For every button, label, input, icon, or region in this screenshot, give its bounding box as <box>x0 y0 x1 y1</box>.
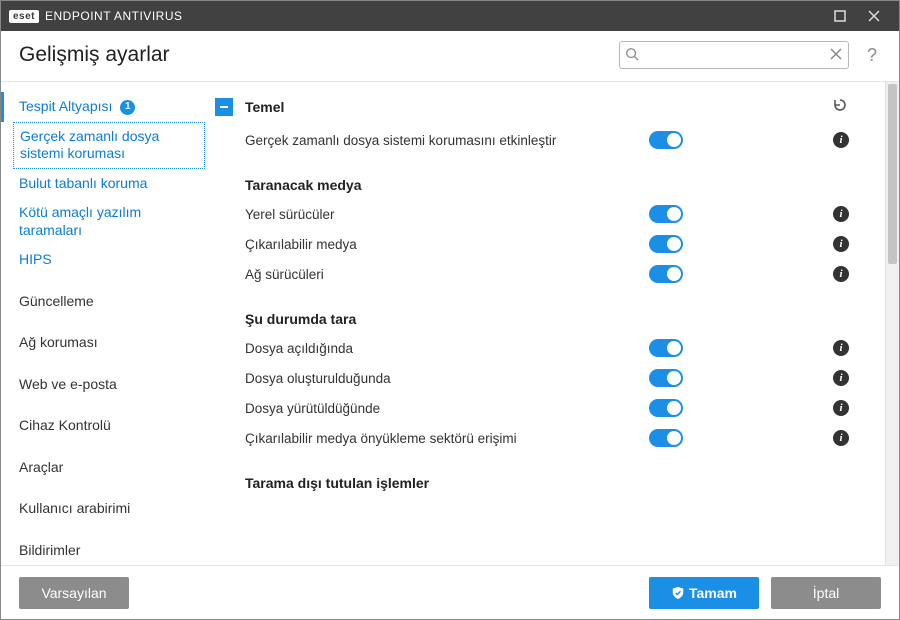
row-label: Çıkarılabilir medya önyükleme sektörü er… <box>245 431 649 446</box>
brand-badge: eset <box>9 10 39 23</box>
undo-icon <box>831 96 849 114</box>
row-removable-media: Çıkarılabilir medya i <box>211 229 859 259</box>
ok-button[interactable]: Tamam <box>649 577 759 609</box>
info-icon[interactable]: i <box>833 340 849 356</box>
sidebar: Tespit Altyapısı 1 Gerçek zamanlı dosya … <box>1 82 211 565</box>
info-icon[interactable]: i <box>833 370 849 386</box>
search-input[interactable] <box>619 41 849 69</box>
sidebar-item-label: Tespit Altyapısı <box>19 98 112 114</box>
row-label: Dosya yürütüldüğünde <box>245 401 649 416</box>
section-title: Temel <box>245 99 831 115</box>
toggle-local-drives[interactable] <box>649 205 683 223</box>
sidebar-item-update[interactable]: Güncelleme <box>1 287 211 317</box>
row-scan-on-open: Dosya açıldığında i <box>211 333 859 363</box>
sidebar-item-label: Bulut tabanlı koruma <box>19 175 147 191</box>
row-label: Dosya açıldığında <box>245 341 649 356</box>
group-title-scan-on: Şu durumda tara <box>211 289 859 333</box>
row-scan-on-exec: Dosya yürütüldüğünde i <box>211 393 859 423</box>
sidebar-item-label: HIPS <box>19 251 52 267</box>
row-label: Dosya oluşturulduğunda <box>245 371 649 386</box>
window-close-button[interactable] <box>857 1 891 31</box>
sidebar-item-tools[interactable]: Araçlar <box>1 453 211 483</box>
scrollbar[interactable] <box>885 82 899 565</box>
revert-button[interactable] <box>831 96 849 117</box>
body: Tespit Altyapısı 1 Gerçek zamanlı dosya … <box>1 82 899 565</box>
row-label: Ağ sürücüleri <box>245 267 649 282</box>
toggle-scan-on-open[interactable] <box>649 339 683 357</box>
product-title: eset ENDPOINT ANTIVIRUS <box>9 9 182 23</box>
sidebar-item-web-email[interactable]: Web ve e-posta <box>1 370 211 400</box>
cancel-button[interactable]: İptal <box>771 577 881 609</box>
page-title: Gelişmiş ayarlar <box>19 43 170 67</box>
toggle-scan-bootsector[interactable] <box>649 429 683 447</box>
content-pane: Temel Gerçek zamanlı dosya sistemi korum… <box>211 82 885 565</box>
row-label: Çıkarılabilir medya <box>245 237 649 252</box>
toggle-removable-media[interactable] <box>649 235 683 253</box>
sidebar-item-label: Ağ koruması <box>19 334 98 350</box>
search-field-wrap <box>619 41 849 69</box>
group-title-excluded-processes: Tarama dışı tutulan işlemler <box>211 453 859 497</box>
clear-search-icon[interactable] <box>829 47 843 61</box>
sidebar-item-device-control[interactable]: Cihaz Kontrolü <box>1 411 211 441</box>
row-scan-bootsector: Çıkarılabilir medya önyükleme sektörü er… <box>211 423 859 453</box>
sidebar-item-label: Kullanıcı arabirimi <box>19 500 130 516</box>
sidebar-item-label: Cihaz Kontrolü <box>19 417 111 433</box>
product-name: ENDPOINT ANTIVIRUS <box>45 9 182 23</box>
info-icon[interactable]: i <box>833 206 849 222</box>
help-button[interactable]: ? <box>863 45 881 66</box>
footer: Varsayılan Tamam İptal <box>1 565 899 619</box>
toggle-enable-realtime[interactable] <box>649 131 683 149</box>
collapse-toggle[interactable] <box>215 98 233 116</box>
sidebar-item-malware-scans[interactable]: Kötü amaçlı yazılım taramaları <box>1 198 211 245</box>
square-icon <box>834 10 846 22</box>
page-header: Gelişmiş ayarlar ? <box>1 31 899 82</box>
sidebar-item-network-protection[interactable]: Ağ koruması <box>1 328 211 358</box>
button-label: Varsayılan <box>41 585 106 601</box>
button-label: İptal <box>813 585 839 601</box>
sidebar-item-realtime-protection[interactable]: Gerçek zamanlı dosya sistemi koruması <box>13 122 205 169</box>
sidebar-item-label: Gerçek zamanlı dosya sistemi koruması <box>20 128 159 162</box>
row-local-drives: Yerel sürücüler i <box>211 199 859 229</box>
sidebar-item-detection-engine[interactable]: Tespit Altyapısı 1 <box>1 92 211 122</box>
sidebar-item-label: Araçlar <box>19 459 63 475</box>
content-wrap: Temel Gerçek zamanlı dosya sistemi korum… <box>211 82 899 565</box>
window-maximize-button[interactable] <box>823 1 857 31</box>
sidebar-badge: 1 <box>120 100 135 115</box>
row-enable-realtime: Gerçek zamanlı dosya sistemi korumasını … <box>211 125 859 155</box>
sidebar-item-label: Web ve e-posta <box>19 376 117 392</box>
section-header-basic: Temel <box>211 92 859 125</box>
close-icon <box>868 10 880 22</box>
app-window: eset ENDPOINT ANTIVIRUS Gelişmiş ayarlar… <box>0 0 900 620</box>
info-icon[interactable]: i <box>833 266 849 282</box>
row-label: Gerçek zamanlı dosya sistemi korumasını … <box>245 133 649 148</box>
sidebar-item-ui[interactable]: Kullanıcı arabirimi <box>1 494 211 524</box>
sidebar-item-hips[interactable]: HIPS <box>1 245 211 275</box>
info-icon[interactable]: i <box>833 430 849 446</box>
toggle-network-drives[interactable] <box>649 265 683 283</box>
row-label: Yerel sürücüler <box>245 207 649 222</box>
row-scan-on-create: Dosya oluşturulduğunda i <box>211 363 859 393</box>
info-icon[interactable]: i <box>833 236 849 252</box>
toggle-scan-on-exec[interactable] <box>649 399 683 417</box>
sidebar-item-notifications[interactable]: Bildirimler <box>1 536 211 566</box>
search-icon <box>625 47 639 61</box>
defaults-button[interactable]: Varsayılan <box>19 577 129 609</box>
button-label: Tamam <box>689 585 737 601</box>
scrollbar-thumb[interactable] <box>888 84 897 264</box>
sidebar-item-label: Güncelleme <box>19 293 94 309</box>
titlebar: eset ENDPOINT ANTIVIRUS <box>1 1 899 31</box>
minus-icon <box>219 102 229 112</box>
info-icon[interactable]: i <box>833 132 849 148</box>
sidebar-item-label: Kötü amaçlı yazılım taramaları <box>19 204 141 238</box>
sidebar-item-cloud-protection[interactable]: Bulut tabanlı koruma <box>1 169 211 199</box>
row-network-drives: Ağ sürücüleri i <box>211 259 859 289</box>
group-title-media: Taranacak medya <box>211 155 859 199</box>
info-icon[interactable]: i <box>833 400 849 416</box>
shield-icon <box>671 586 685 600</box>
sidebar-item-label: Bildirimler <box>19 542 80 558</box>
toggle-scan-on-create[interactable] <box>649 369 683 387</box>
